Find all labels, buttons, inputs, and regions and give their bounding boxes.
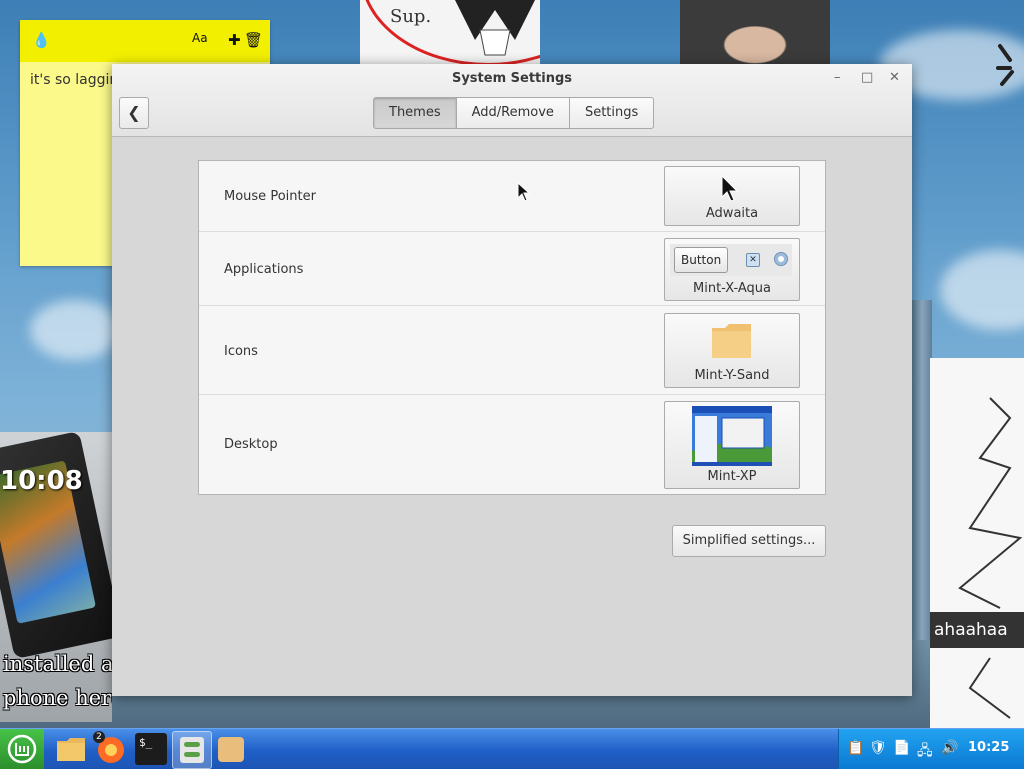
sketch-drawing <box>958 397 1023 719</box>
simplified-settings-button[interactable]: Simplified settings... <box>672 525 826 557</box>
start-menu-button[interactable] <box>0 729 44 769</box>
settings-toggle-icon <box>180 737 204 763</box>
window-title: System Settings <box>451 71 573 86</box>
notes-icon[interactable]: 📄 <box>893 740 910 756</box>
applications-label: Applications <box>224 262 304 277</box>
folder-app-icon <box>57 738 85 761</box>
phone-caption-line1: installed a gi <box>3 652 112 676</box>
cursor-arrow-icon <box>721 175 738 202</box>
mouse-pointer-row: Mouse Pointer Adwaita <box>199 161 825 232</box>
system-settings-window: System Settings – □ ✕ ❮ Themes Add/Remov… <box>112 64 912 696</box>
sticky-note-toolbar: 💧 Aa ✚ 🗑 <box>20 20 270 62</box>
icons-theme-name: Mint-Y-Sand <box>694 368 770 383</box>
shield-icon[interactable]: 🛡 <box>869 740 887 756</box>
taskbar-clock[interactable]: 10:25 <box>968 740 1009 755</box>
firefox-app-button[interactable]: 2 <box>93 731 127 765</box>
doodle-text: Sup. <box>390 6 432 27</box>
desktop-label: Desktop <box>224 437 278 452</box>
mouse-pointer-theme-button[interactable]: Adwaita <box>664 166 800 226</box>
cat-drawing <box>455 0 535 56</box>
phone-caption-line2: phone here <box>3 686 112 710</box>
mouse-pointer-label: Mouse Pointer <box>224 189 316 204</box>
icons-row: Icons Mint-Y-Sand <box>199 306 825 395</box>
cloud <box>30 300 120 360</box>
tab-bar: Themes Add/Remove Settings <box>373 97 655 129</box>
themes-panel: Mouse Pointer Adwaita Applications Butto… <box>198 160 826 495</box>
minimize-button[interactable]: – <box>834 70 841 85</box>
mint-logo-icon <box>7 734 37 764</box>
add-note-icon[interactable]: ✚ <box>228 31 241 49</box>
folder-icon <box>712 324 751 358</box>
terminal-app-button[interactable]: $_ <box>135 733 167 765</box>
sketch-caption: ahaahaa <box>930 612 1024 648</box>
icons-theme-button[interactable]: Mint-Y-Sand <box>664 313 800 388</box>
font-icon[interactable]: Aa <box>192 31 208 45</box>
desktop-theme-preview <box>692 406 772 466</box>
color-drop-icon[interactable]: 💧 <box>32 31 51 49</box>
network-icon[interactable]: 🖧 <box>917 740 933 764</box>
window-titlebar[interactable]: System Settings – □ ✕ ❮ Themes Add/Remov… <box>112 64 912 137</box>
portrait-photo <box>680 0 830 64</box>
desktop-row: Desktop Mint-XP <box>199 395 825 494</box>
sketch-image: ahaahaa <box>930 358 1024 728</box>
desktop-theme-button[interactable]: Mint-XP <box>664 401 800 489</box>
preview-radio-icon <box>774 252 788 266</box>
desktop-theme-name: Mint-XP <box>707 469 757 484</box>
cloud <box>940 250 1024 330</box>
skyscraper <box>912 300 932 640</box>
terminal-icon: $_ <box>139 736 153 749</box>
clipboard-icon[interactable]: 📋 <box>847 740 864 756</box>
sparkle-icon <box>996 44 1014 86</box>
system-settings-app-button[interactable] <box>172 731 212 769</box>
tab-settings[interactable]: Settings <box>568 97 655 129</box>
icons-label: Icons <box>224 344 258 359</box>
sticky-notes-app-button[interactable] <box>215 733 247 765</box>
tab-themes[interactable]: Themes <box>373 97 457 129</box>
preview-button-label: Button <box>674 247 729 273</box>
phone-clock: 10:08 <box>0 466 83 496</box>
applications-theme-button[interactable]: Button ✕ Mint-X-Aqua <box>664 238 800 301</box>
delete-note-icon[interactable]: 🗑 <box>244 31 263 49</box>
chevron-left-icon: ❮ <box>127 103 141 122</box>
tab-add-remove[interactable]: Add/Remove <box>455 97 570 129</box>
mouse-cursor-icon <box>517 182 531 202</box>
volume-icon[interactable]: 🔊 <box>941 740 958 756</box>
maximize-button[interactable]: □ <box>861 70 873 85</box>
files-app-button[interactable] <box>55 733 87 765</box>
taskbar: 2 $_ 📋 🛡 📄 🖧 🔊 10:25 <box>0 728 1024 769</box>
applications-theme-name: Mint-X-Aqua <box>693 281 771 296</box>
doodle-image: Sup. <box>360 0 540 64</box>
notification-badge: 2 <box>93 731 105 743</box>
notes-app-icon <box>218 737 244 762</box>
preview-close-icon: ✕ <box>746 253 760 267</box>
back-button[interactable]: ❮ <box>119 97 149 129</box>
mouse-pointer-theme-name: Adwaita <box>705 206 759 221</box>
applications-row: Applications Button ✕ Mint-X-Aqua <box>199 232 825 306</box>
phone-advert-image: 10:08 installed a gi phone here <box>0 432 112 722</box>
applications-preview: Button ✕ <box>670 244 792 276</box>
close-button[interactable]: ✕ <box>889 70 900 85</box>
